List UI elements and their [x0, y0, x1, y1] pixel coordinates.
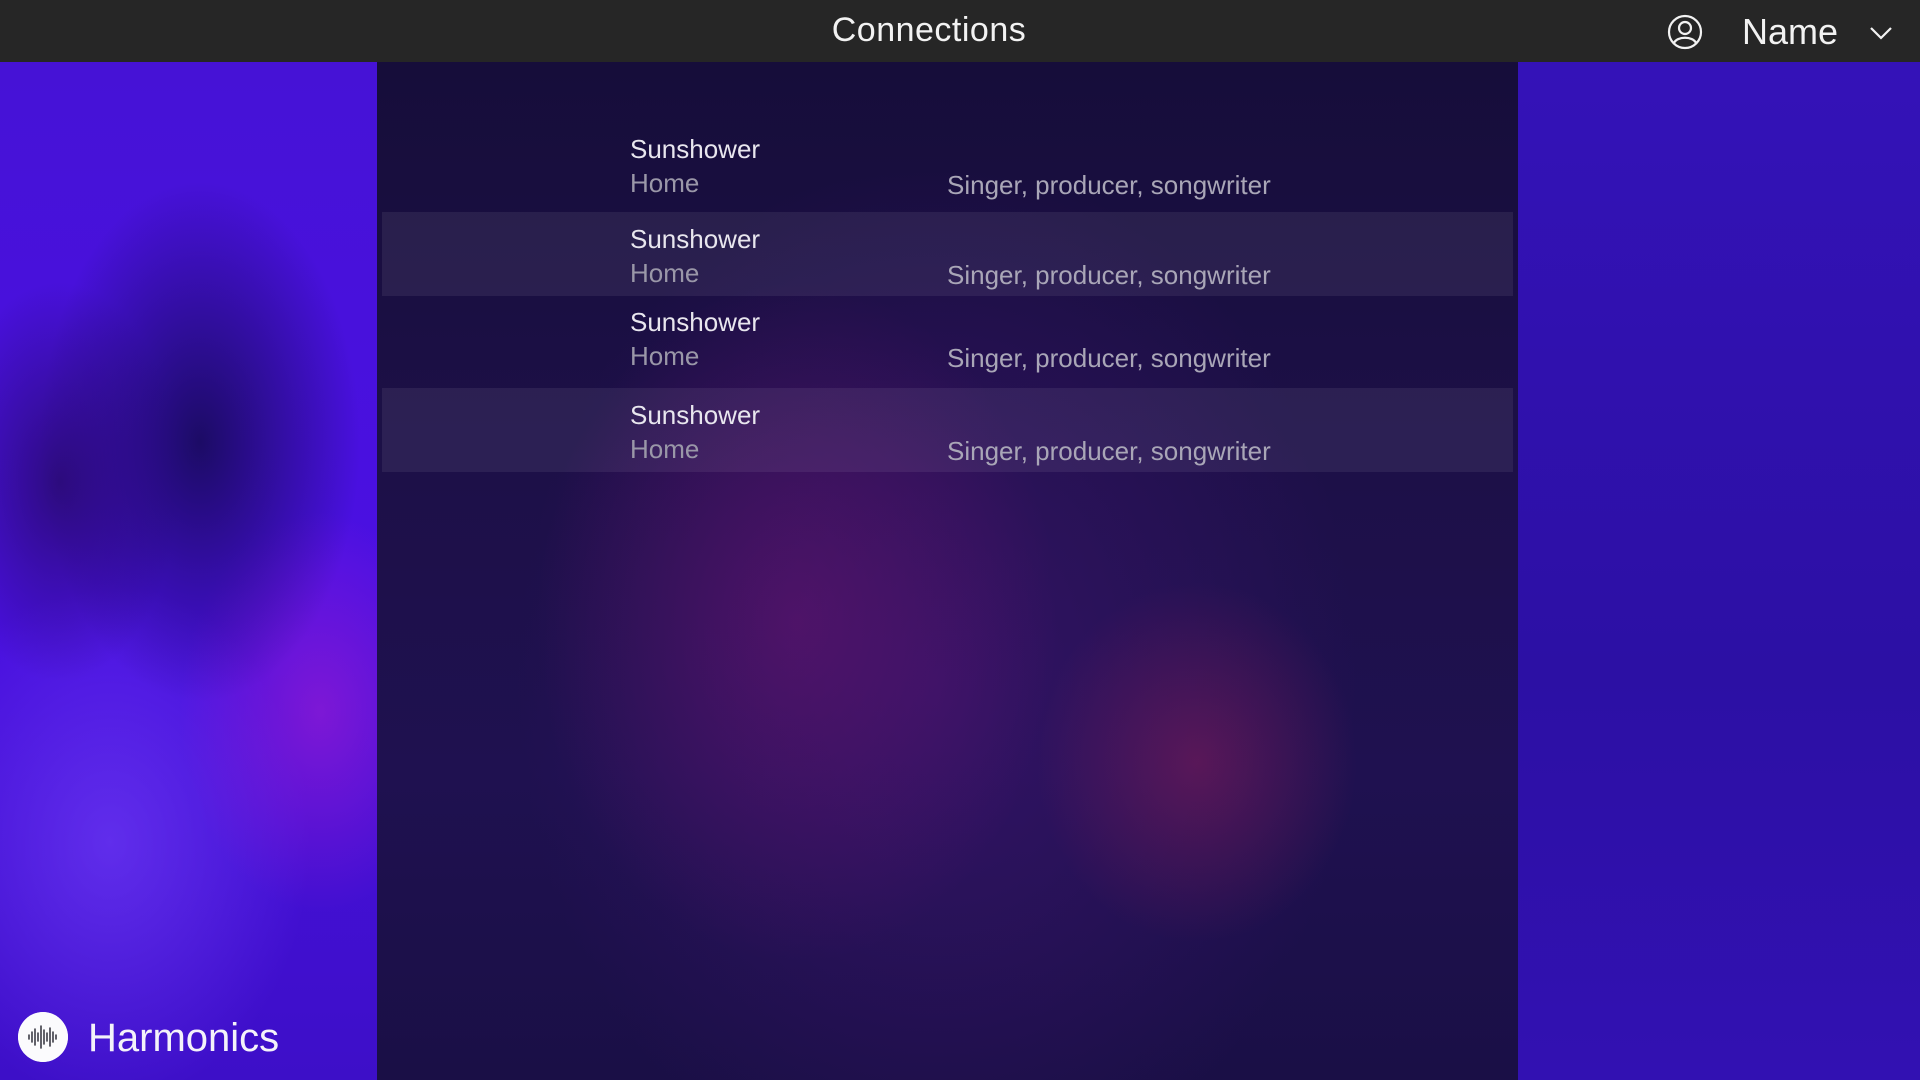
connection-location: Home [630, 168, 700, 198]
background-photo-left [0, 62, 377, 1080]
chevron-down-icon[interactable] [1868, 20, 1894, 46]
connection-name: Sunshower [630, 134, 761, 164]
connection-role: Singer, producer, songwriter [947, 436, 1271, 466]
connection-role: Singer, producer, songwriter [947, 343, 1271, 373]
waveform-icon [18, 1012, 68, 1062]
connection-row[interactable]: Sunshower Home Singer, producer, songwri… [382, 388, 1513, 472]
user-name[interactable]: Name [1742, 0, 1838, 64]
connection-location: Home [630, 434, 700, 464]
connection-row[interactable]: Sunshower Home Singer, producer, songwri… [382, 212, 1513, 296]
connection-name: Sunshower [630, 224, 761, 254]
connection-name: Sunshower [630, 307, 761, 337]
user-circle-icon[interactable] [1667, 14, 1703, 50]
connection-role: Singer, producer, songwriter [947, 260, 1271, 290]
background-right [1518, 62, 1920, 1080]
connection-row[interactable]: Sunshower Home Singer, producer, songwri… [382, 122, 1513, 206]
page-title: Connections [831, 11, 1027, 49]
brand-name: Harmonics [88, 1016, 280, 1060]
connection-location: Home [630, 341, 700, 371]
top-bar: Connections Name [0, 0, 1920, 62]
app-window: Connections Name Sunshower Home Singer, … [0, 0, 1920, 1080]
connections-list: Sunshower Home Singer, producer, songwri… [382, 122, 1513, 472]
connection-role: Singer, producer, songwriter [947, 170, 1271, 200]
connection-location: Home [630, 258, 700, 288]
connection-row[interactable]: Sunshower Home Singer, producer, songwri… [382, 295, 1513, 379]
connection-name: Sunshower [630, 400, 761, 430]
